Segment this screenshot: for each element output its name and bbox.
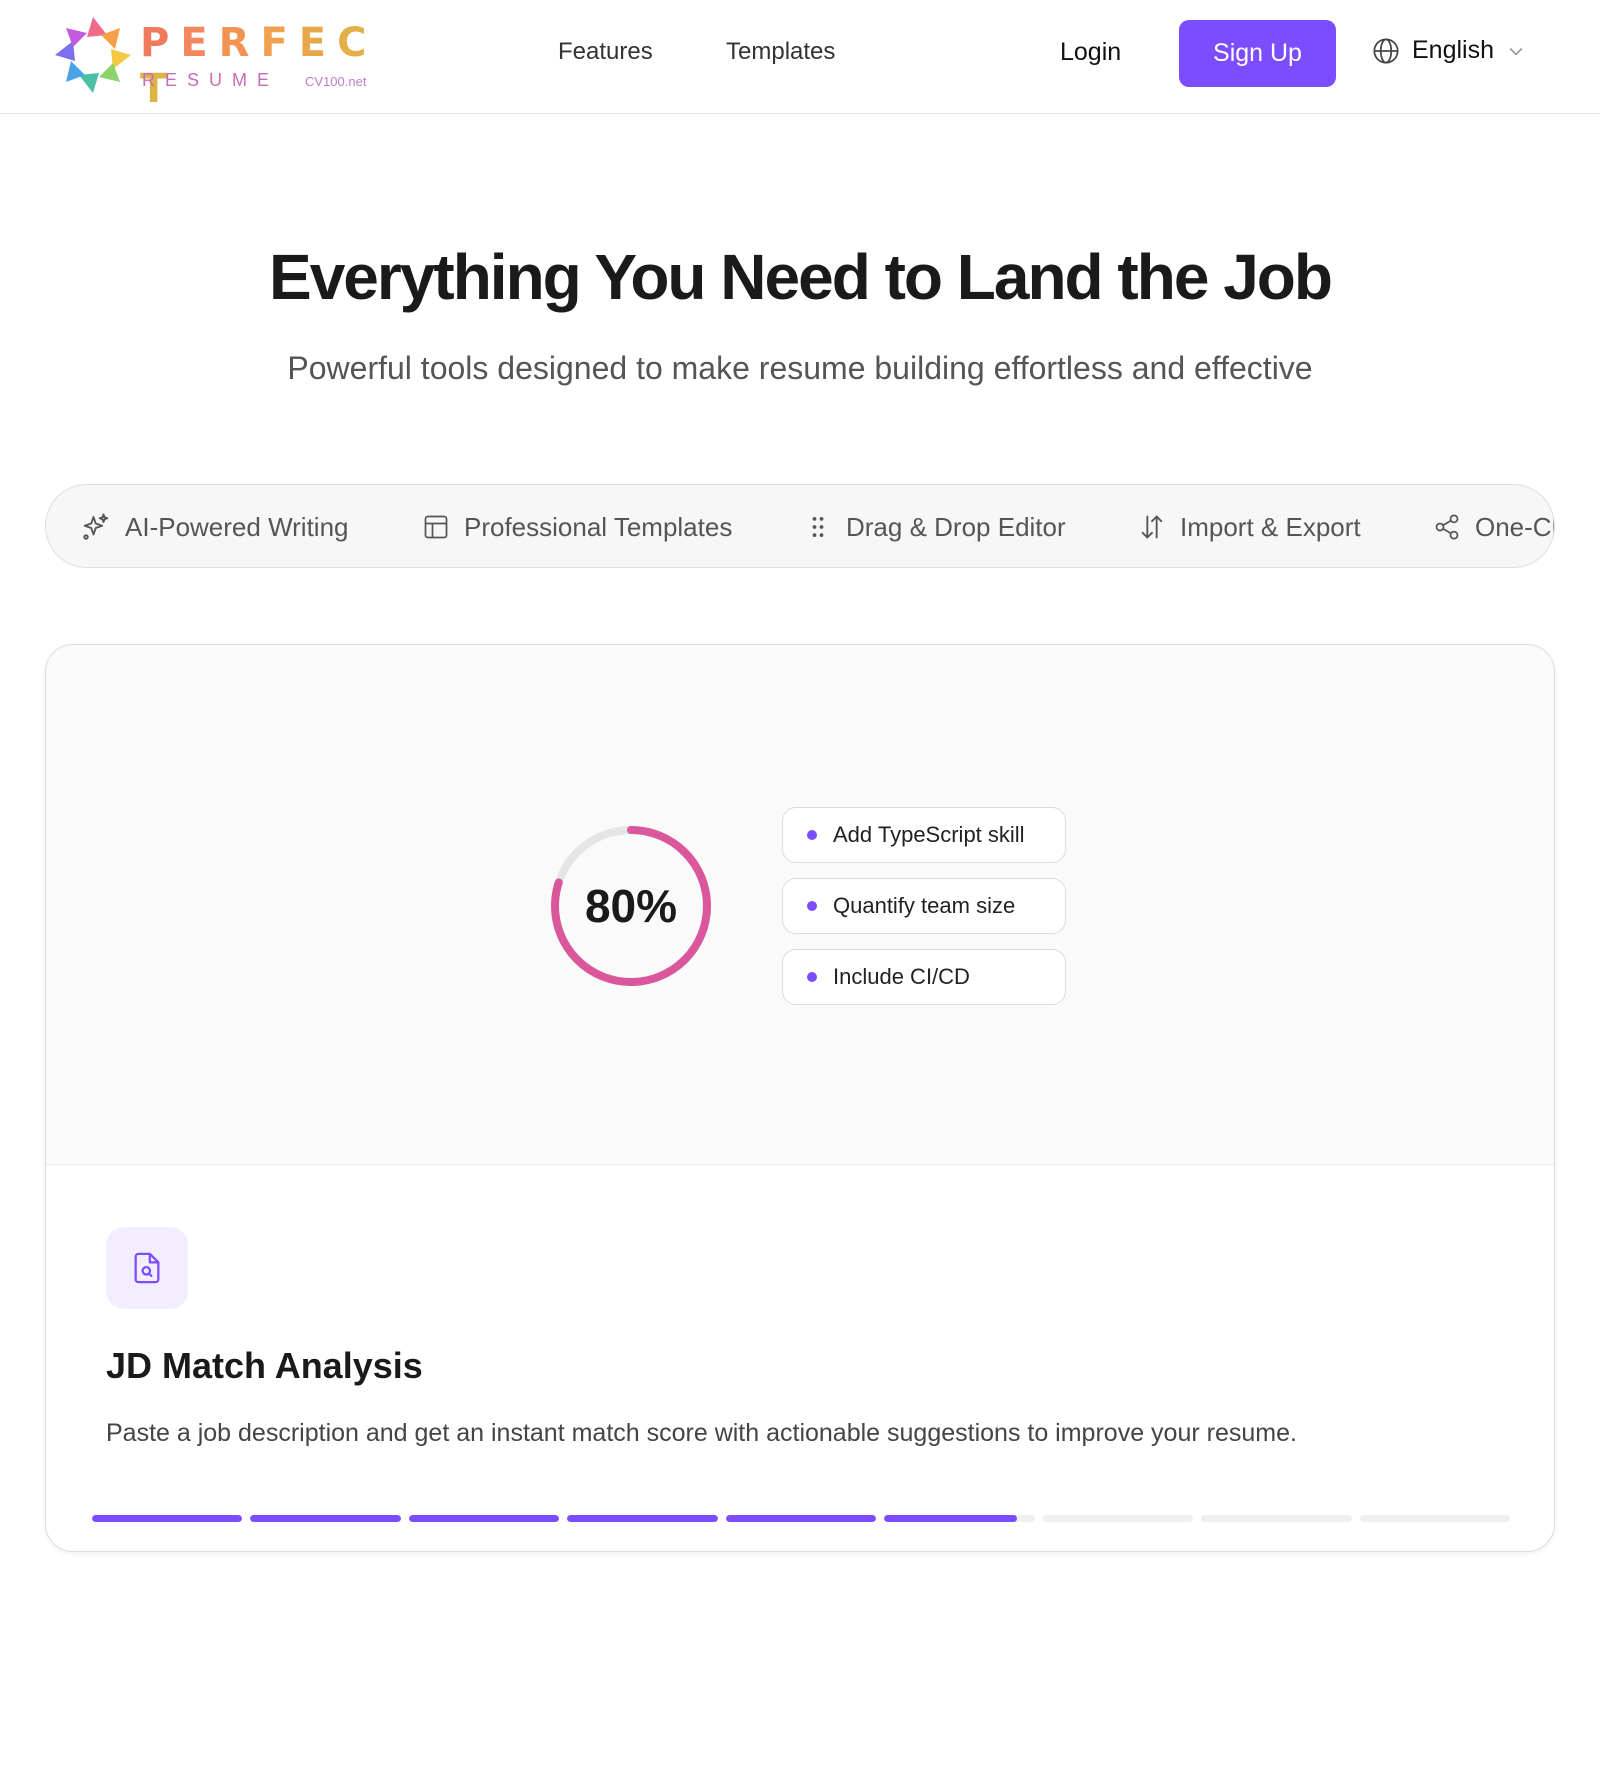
feature-card: 80% Add TypeScript skill Quantify team s… [45, 644, 1555, 1552]
wordmark-letter: E [180, 20, 219, 66]
tab-drag-drop-editor[interactable]: Drag & Drop Editor [804, 485, 1066, 567]
progress-segment [408, 1515, 560, 1522]
suggestion-chip: Add TypeScript skill [782, 807, 1066, 863]
nav-features-link[interactable]: Features [558, 38, 653, 66]
tab-label: Professional Templates [464, 511, 733, 542]
share-icon [1435, 514, 1459, 540]
progress-segment-fill [884, 1515, 1017, 1522]
wordmark-letter: E [298, 20, 338, 66]
tab-ai-powered-writing[interactable]: AI-Powered Writing [81, 485, 349, 567]
hero-subtitle: Powerful tools designed to make resume b… [287, 350, 1313, 386]
progress-segment-fill [92, 1515, 243, 1522]
feature-description: Paste a job description and get an insta… [106, 1419, 1297, 1447]
wordmark-letter: P [140, 20, 181, 66]
brand-wordmark: PERFECT [140, 20, 380, 112]
top-header: PERFECT RESUME CV100.net Features Templa… [0, 0, 1600, 114]
logo-mark-icon [55, 17, 131, 93]
tab-one-click[interactable]: One-Cl [1433, 485, 1555, 567]
signup-button[interactable]: Sign Up [1179, 20, 1336, 87]
bullet-dot [807, 972, 817, 982]
tab-label: Drag & Drop Editor [846, 511, 1066, 542]
tab-professional-templates[interactable]: Professional Templates [422, 485, 733, 567]
suggestion-text: Add TypeScript skill [833, 822, 1025, 847]
feature-preview: 80% Add TypeScript skill Quantify team s… [46, 645, 1554, 1165]
wordmark-letter: C [337, 20, 378, 66]
nav-templates-link[interactable]: Templates [726, 38, 835, 66]
chevron-down-icon [1509, 47, 1523, 56]
language-selector[interactable]: English [1372, 36, 1526, 65]
feature-icon-tile [106, 1227, 188, 1309]
progress-segment [567, 1515, 718, 1522]
tab-label: One-Cl [1475, 511, 1555, 542]
suggestion-chip: Quantify team size [782, 878, 1066, 934]
bullet-dot [807, 901, 817, 911]
brand-subtitle: RESUME [142, 70, 280, 90]
file-search-icon [134, 1252, 160, 1284]
arrows-up-down-icon [1141, 515, 1163, 539]
suggestion-chip: Include CI/CD [782, 949, 1066, 1005]
match-score-value: 80% [584, 880, 678, 932]
progress-segment [1359, 1515, 1510, 1522]
progress-segment [250, 1515, 401, 1522]
tab-import-export[interactable]: Import & Export [1138, 485, 1361, 567]
globe-icon [1373, 37, 1399, 64]
wordmark-letter: R [218, 20, 261, 66]
feature-title: JD Match Analysis [106, 1345, 423, 1386]
carousel-progress [92, 1515, 1510, 1523]
hero-title: Everything You Need to Land the Job [269, 241, 1333, 313]
language-label: English [1412, 36, 1494, 64]
login-link[interactable]: Login [1060, 38, 1121, 67]
layout-icon [424, 515, 448, 539]
progress-segment [884, 1515, 1035, 1522]
suggestion-text: Quantify team size [833, 893, 1016, 918]
tab-label: AI-Powered Writing [125, 511, 349, 542]
progress-segment-fill [725, 1515, 877, 1522]
tab-label: Import & Export [1180, 511, 1361, 542]
progress-segment-fill [250, 1515, 401, 1522]
wordmark-letter: F [260, 20, 299, 66]
progress-segment [1201, 1515, 1352, 1522]
progress-segment-fill [567, 1515, 718, 1522]
sparkles-icon [83, 513, 109, 540]
feature-tabs: AI-Powered Writing Professional Template… [45, 484, 1555, 568]
suggestion-text: Include CI/CD [833, 964, 970, 989]
grip-icon [812, 516, 824, 538]
progress-segment [92, 1515, 243, 1522]
progress-segment [1042, 1515, 1194, 1522]
progress-segment [725, 1515, 877, 1522]
progress-segment-fill [408, 1515, 560, 1522]
bullet-dot [807, 830, 817, 840]
brand-domain: CV100.net [305, 74, 367, 89]
brand-logo[interactable]: PERFECT RESUME CV100.net [50, 12, 380, 112]
